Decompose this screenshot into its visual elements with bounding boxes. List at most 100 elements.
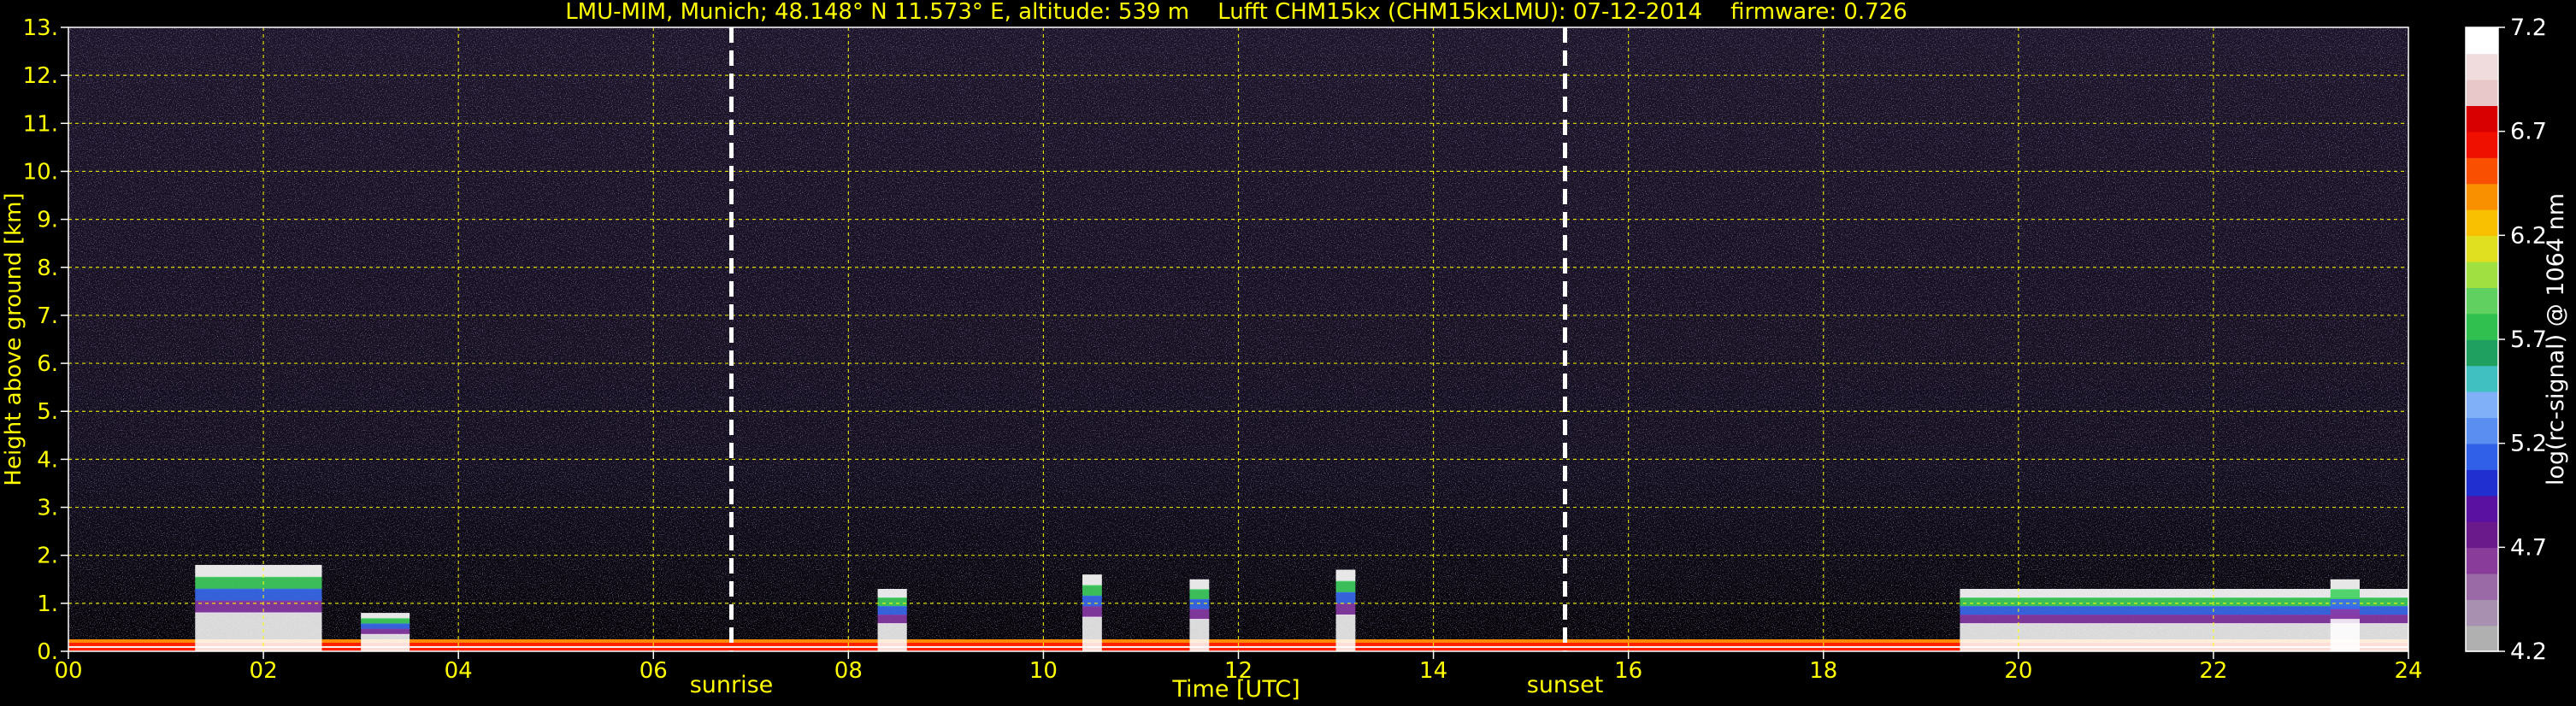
colorbar-tick-label: 4.2 (2510, 638, 2547, 665)
layer-band (2330, 609, 2360, 621)
x-tick-label: 06 (640, 658, 668, 684)
colorbar-tick-label: 6.2 (2510, 222, 2547, 249)
layer-core (877, 623, 907, 651)
layer-band (195, 600, 322, 614)
x-tick-label: 16 (1614, 658, 1642, 684)
layer-band (361, 628, 410, 635)
x-tick-label: 24 (2394, 658, 2422, 684)
layer-band (1189, 579, 1210, 591)
layer-band (1335, 580, 1356, 593)
colorbar-segment (2466, 417, 2498, 444)
layer-band (1082, 606, 1102, 618)
layer-band (195, 588, 322, 602)
backscatter-layer (1082, 574, 1102, 651)
colorbar-tick-label: 7.2 (2510, 15, 2547, 41)
plot-area (68, 26, 2409, 652)
colorbar-segment (2466, 105, 2498, 132)
x-tick-label: 04 (445, 658, 473, 684)
y-tick-label: 2. (37, 544, 58, 569)
y-tick-label: 1. (37, 591, 58, 617)
colorbar-segment (2466, 443, 2498, 470)
colorbar-segment (2466, 391, 2498, 419)
layer-band (1082, 585, 1102, 597)
colorbar-tick-label: 4.7 (2510, 534, 2547, 561)
layer-band (195, 564, 322, 578)
layer-core (1335, 615, 1356, 651)
colorbar: 4.2 4.7 5.2 5.7 6.2 6.7 7.2 (2465, 15, 2547, 665)
x-tick-label: 18 (1809, 658, 1837, 684)
colorbar-segment (2466, 365, 2498, 392)
y-tick-label: 4. (37, 447, 58, 473)
x-tick-label: 08 (834, 658, 863, 684)
backscatter-layer (195, 564, 322, 651)
layer-band (195, 576, 322, 590)
layer-band (361, 613, 410, 620)
y-axis-label: Height above ground [km] (1, 192, 27, 485)
colorbar-segment (2466, 53, 2498, 80)
colorbar-segment (2466, 521, 2498, 549)
backscatter-layer (361, 613, 410, 651)
layer-band (1335, 569, 1356, 582)
colorbar-tick-label: 5.7 (2510, 327, 2547, 353)
colorbar-segment (2466, 27, 2498, 55)
layer-band (1335, 603, 1356, 616)
sun-event-labels: sunrise sunset (690, 672, 1604, 698)
layer-band (1189, 598, 1210, 610)
layer-band (2330, 579, 2360, 591)
y-tick-label: 12. (23, 63, 58, 89)
colorbar-segment (2466, 339, 2498, 367)
colorbar-segment (2466, 287, 2498, 315)
colorbar-tick-label: 5.2 (2510, 431, 2547, 457)
ceilometer-figure: LMU-MIM, Munich; 48.148° N 11.573° E, al… (1, 0, 2569, 703)
x-tick-label: 22 (2199, 658, 2227, 684)
sunrise-label: sunrise (690, 672, 774, 698)
layer-band (1335, 591, 1356, 604)
sunset-label: sunset (1527, 672, 1604, 698)
colorbar-segment (2466, 183, 2498, 210)
colorbar-segment (2466, 157, 2498, 185)
backscatter-layer (1335, 569, 1356, 651)
x-tick-label: 10 (1029, 658, 1058, 684)
layer-band (1189, 609, 1210, 621)
chart-title: LMU-MIM, Munich; 48.148° N 11.573° E, al… (565, 0, 1907, 25)
x-tick-label: 02 (250, 658, 278, 684)
y-tick-label: 13. (23, 15, 58, 41)
colorbar-segment (2466, 547, 2498, 574)
layer-band (877, 606, 907, 616)
colorbar-segment (2466, 209, 2498, 237)
layer-core (195, 612, 322, 651)
y-tick-label: 7. (37, 303, 58, 329)
colorbar-segment (2466, 131, 2498, 158)
x-tick-label: 14 (1419, 658, 1447, 684)
layer-band (1189, 589, 1210, 600)
layer-band (361, 618, 410, 625)
backscatter-layer (877, 589, 907, 651)
y-tick-label: 5. (37, 399, 58, 425)
layer-band (877, 589, 907, 599)
y-tick-label: 9. (37, 208, 58, 233)
y-tick-label: 3. (37, 496, 58, 521)
y-tick-label: 6. (37, 351, 58, 377)
y-tick-label: 11. (23, 111, 58, 137)
layer-band (2330, 589, 2360, 600)
layer-band (1082, 595, 1102, 608)
layer-core (1189, 619, 1210, 651)
colorbar-segment (2466, 313, 2498, 340)
colorbar-segment (2466, 599, 2498, 627)
colorbar-tick-label: 6.7 (2510, 119, 2547, 145)
layer-band (1082, 574, 1102, 586)
colorbar-segment (2466, 469, 2498, 497)
layer-band (877, 597, 907, 608)
colorbar-segment (2466, 235, 2498, 262)
layer-core (1082, 616, 1102, 651)
colorbar-label: log(rc-signal) @ 1064 nm (2543, 193, 2569, 485)
x-axis-label: Time [UTC] (1171, 676, 1300, 703)
colorbar-segment (2466, 625, 2498, 652)
backscatter-layer (2330, 579, 2360, 651)
colorbar-segment (2466, 79, 2498, 107)
y-tick-label: 8. (37, 256, 58, 281)
colorbar-segment (2466, 573, 2498, 600)
colorbar-segment (2466, 495, 2498, 522)
layer-band (361, 623, 410, 630)
x-tick-label: 20 (2004, 658, 2032, 684)
